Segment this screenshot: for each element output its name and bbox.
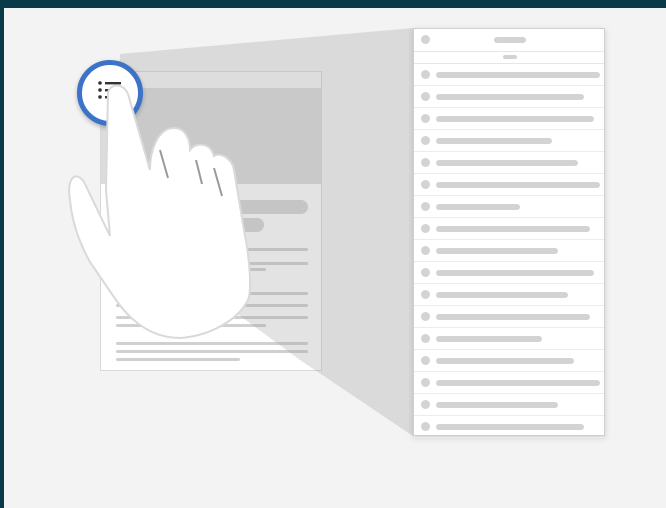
list-item-text-placeholder bbox=[436, 358, 574, 364]
list-item-text-placeholder bbox=[436, 226, 590, 232]
menu-list-item[interactable] bbox=[414, 174, 604, 196]
panel-subheader bbox=[414, 52, 604, 64]
list-item-text-placeholder bbox=[436, 270, 594, 276]
list-item-dot bbox=[421, 400, 430, 409]
menu-list-item[interactable] bbox=[414, 218, 604, 240]
menu-list-item[interactable] bbox=[414, 394, 604, 416]
menu-list-item[interactable] bbox=[414, 372, 604, 394]
list-item-text-placeholder bbox=[436, 402, 558, 408]
list-item-text-placeholder bbox=[436, 72, 600, 78]
list-item-dot bbox=[421, 356, 430, 365]
list-item-text-placeholder bbox=[436, 116, 594, 122]
list-item-dot bbox=[421, 290, 430, 299]
list-item-text-placeholder bbox=[436, 380, 600, 386]
list-item-dot bbox=[421, 92, 430, 101]
list-item-text-placeholder bbox=[436, 292, 568, 298]
list-item-text-placeholder bbox=[436, 248, 558, 254]
menu-list-item[interactable] bbox=[414, 350, 604, 372]
list-item-text-placeholder bbox=[436, 94, 584, 100]
list-item-text-placeholder bbox=[436, 160, 578, 166]
list-item-dot bbox=[421, 422, 430, 431]
list-item-text-placeholder bbox=[436, 204, 520, 210]
list-item-dot bbox=[421, 180, 430, 189]
list-item-dot bbox=[421, 312, 430, 321]
list-item-dot bbox=[421, 136, 430, 145]
list-item-dot bbox=[421, 334, 430, 343]
panel-subheader-bar bbox=[503, 55, 517, 59]
list-item-dot bbox=[421, 158, 430, 167]
panel-header-title-bar bbox=[494, 37, 526, 43]
menu-list-item[interactable] bbox=[414, 64, 604, 86]
panel-header-dot bbox=[421, 35, 430, 44]
menu-list-item[interactable] bbox=[414, 130, 604, 152]
menu-list-item[interactable] bbox=[414, 196, 604, 218]
menu-list-item[interactable] bbox=[414, 306, 604, 328]
menu-list-item[interactable] bbox=[414, 284, 604, 306]
list-item-dot bbox=[421, 224, 430, 233]
expanded-menu-panel bbox=[413, 28, 605, 438]
menu-list-item[interactable] bbox=[414, 262, 604, 284]
list-item-dot bbox=[421, 268, 430, 277]
menu-list-item[interactable] bbox=[414, 240, 604, 262]
list-item-text-placeholder bbox=[436, 314, 590, 320]
menu-list-item[interactable] bbox=[414, 328, 604, 350]
tap-hand-icon bbox=[68, 84, 252, 340]
menu-list-item[interactable] bbox=[414, 152, 604, 174]
list-item-dot bbox=[421, 114, 430, 123]
preview-text-line bbox=[116, 350, 308, 353]
menu-list-item[interactable] bbox=[414, 416, 604, 438]
list-item-dot bbox=[421, 246, 430, 255]
list-item-dot bbox=[421, 70, 430, 79]
menu-list-item[interactable] bbox=[414, 86, 604, 108]
list-item-dot bbox=[421, 202, 430, 211]
list-item-text-placeholder bbox=[436, 336, 542, 342]
menu-list-item[interactable] bbox=[414, 108, 604, 130]
preview-text-line bbox=[116, 358, 240, 361]
list-item-text-placeholder bbox=[436, 182, 600, 188]
list-item-dot bbox=[421, 378, 430, 387]
panel-header bbox=[414, 29, 604, 52]
list-item-text-placeholder bbox=[436, 424, 584, 430]
list-item-text-placeholder bbox=[436, 138, 552, 144]
